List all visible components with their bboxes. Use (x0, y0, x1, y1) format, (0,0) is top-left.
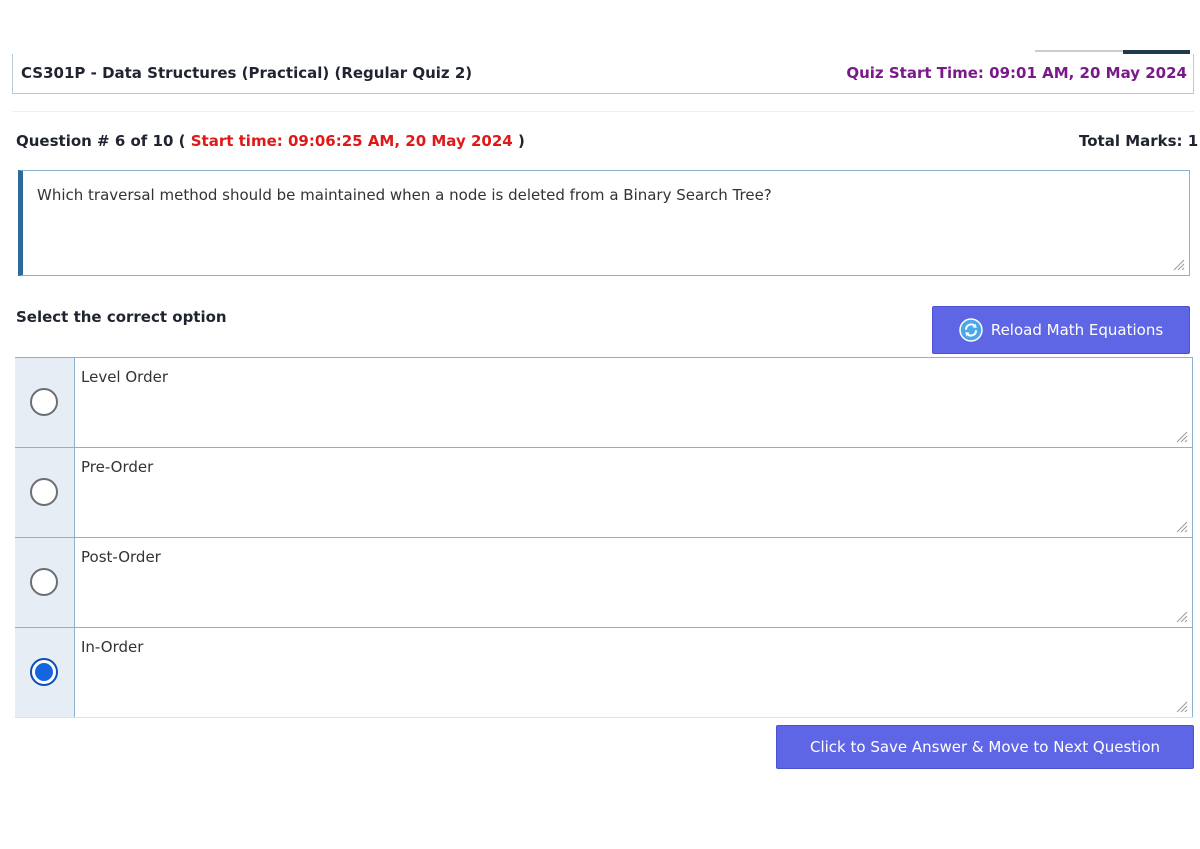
radio-cell (15, 448, 75, 537)
option-label: Pre-Order (81, 458, 154, 476)
quiz-start-time: Quiz Start Time: 09:01 AM, 20 May 2024 (846, 64, 1187, 82)
save-and-next-button[interactable]: Click to Save Answer & Move to Next Ques… (776, 725, 1194, 769)
total-marks: Total Marks: 1 (1079, 132, 1199, 150)
select-option-label: Select the correct option (16, 308, 227, 326)
question-number: Question # 6 of 10 ( (16, 132, 186, 150)
question-close-paren: ) (517, 132, 525, 150)
option-label: Level Order (81, 368, 168, 386)
options-list: Level Order Pre-Order Post-Order In-Orde… (15, 357, 1193, 720)
question-text-box: Which traversal method should be maintai… (18, 170, 1190, 276)
header-divider (12, 111, 1194, 112)
refresh-icon (959, 318, 983, 342)
option-row: Level Order (15, 358, 1193, 448)
option-label: Post-Order (81, 548, 161, 566)
reload-button-label: Reload Math Equations (990, 321, 1164, 339)
option-row: Post-Order (15, 538, 1193, 628)
option-radio-level-order[interactable] (30, 388, 58, 416)
option-label: In-Order (81, 638, 144, 656)
option-row: Pre-Order (15, 448, 1193, 538)
question-text: Which traversal method should be maintai… (37, 186, 772, 204)
option-radio-pre-order[interactable] (30, 478, 58, 506)
resize-grip-icon[interactable] (1174, 609, 1188, 623)
resize-grip-icon[interactable] (1174, 429, 1188, 443)
radio-cell (15, 538, 75, 627)
resize-grip-icon[interactable] (1174, 519, 1188, 533)
option-row: In-Order (15, 628, 1193, 718)
quiz-header: CS301P - Data Structures (Practical) (Re… (12, 54, 1194, 94)
option-text-area: In-Order (75, 628, 1193, 717)
resize-grip-icon[interactable] (1174, 699, 1188, 713)
option-radio-in-order[interactable] (30, 658, 58, 686)
course-title: CS301P - Data Structures (Practical) (Re… (21, 64, 473, 82)
quiz-page: CS301P - Data Structures (Practical) (Re… (0, 0, 1200, 849)
radio-cell (15, 358, 75, 447)
radio-cell (15, 628, 75, 717)
option-text-area: Pre-Order (75, 448, 1193, 537)
question-start-time: Start time: 09:06:25 AM, 20 May 2024 (190, 132, 513, 150)
resize-grip-icon[interactable] (1171, 257, 1185, 271)
option-text-area: Level Order (75, 358, 1193, 447)
question-number-line: Question # 6 of 10 ( Start time: 09:06:2… (16, 132, 525, 150)
reload-math-equations-button[interactable]: Reload Math Equations (932, 306, 1190, 354)
option-radio-post-order[interactable] (30, 568, 58, 596)
option-text-area: Post-Order (75, 538, 1193, 627)
